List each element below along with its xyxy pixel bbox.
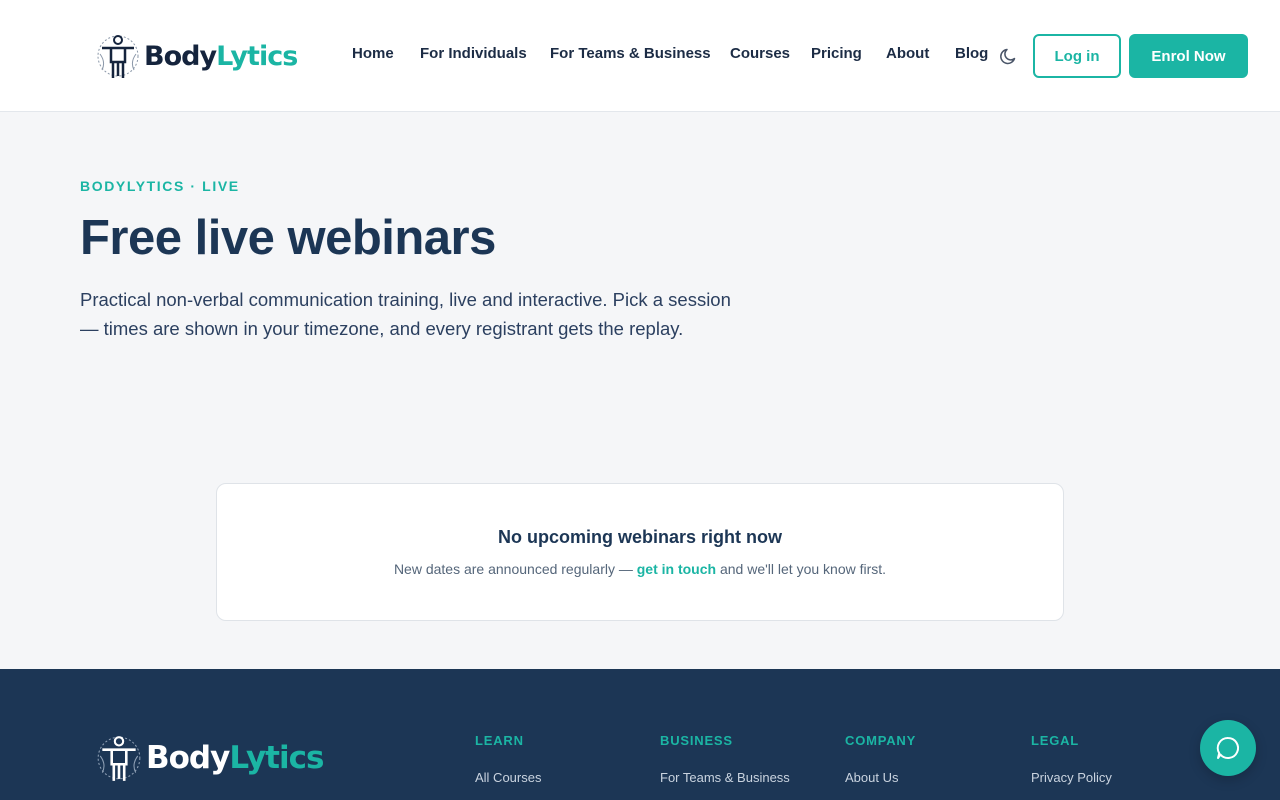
empty-state-text-after: and we'll let you know first. xyxy=(716,561,887,577)
chat-bubble-icon xyxy=(1216,736,1239,759)
enrol-now-button[interactable]: Enrol Now xyxy=(1129,34,1248,78)
brand-logo[interactable]: BodyLytics xyxy=(96,32,298,80)
nav-for-individuals[interactable]: For Individuals xyxy=(420,45,527,62)
site-header: BodyLytics Home For Individuals For Team… xyxy=(0,0,1280,112)
footer-heading: LEGAL xyxy=(1031,733,1080,748)
logo-figure-icon xyxy=(97,35,139,78)
hero-eyebrow: BODYLYTICS · LIVE xyxy=(80,178,240,194)
footer-column-business: BUSINESS For Teams & Business xyxy=(660,733,790,785)
empty-state-text: New dates are announced regularly — get … xyxy=(217,561,1063,577)
footer-logo-text-lytics: Lytics xyxy=(229,740,324,776)
nav-pricing[interactable]: Pricing xyxy=(811,45,862,62)
nav-blog[interactable]: Blog xyxy=(955,45,988,62)
logo-text-body: Body xyxy=(144,40,217,72)
footer-brand-logo[interactable]: BodyLytics xyxy=(96,733,324,783)
logo-wordmark: BodyLytics xyxy=(144,40,298,72)
nav-about[interactable]: About xyxy=(886,45,929,62)
footer-link-teams-business[interactable]: For Teams & Business xyxy=(660,770,790,785)
footer-heading: BUSINESS xyxy=(660,733,733,748)
login-button[interactable]: Log in xyxy=(1033,34,1121,78)
nav-home[interactable]: Home xyxy=(352,45,394,62)
nav-courses[interactable]: Courses xyxy=(730,45,790,62)
page-title: Free live webinars xyxy=(80,211,496,265)
site-footer: BodyLytics LEARN All Courses BUSINESS Fo… xyxy=(0,669,1280,800)
empty-state-text-before: New dates are announced regularly — xyxy=(393,561,637,577)
footer-link-all-courses[interactable]: All Courses xyxy=(475,770,541,785)
footer-link-about-us[interactable]: About Us xyxy=(845,770,916,785)
nav-for-teams-business[interactable]: For Teams & Business xyxy=(550,45,711,62)
footer-logo-wordmark: BodyLytics xyxy=(146,740,324,776)
footer-column-learn: LEARN All Courses xyxy=(475,733,541,785)
logo-text-lytics: Lytics xyxy=(216,40,298,72)
footer-column-company: COMPANY About Us xyxy=(845,733,916,785)
empty-state-card: No upcoming webinars right now New dates… xyxy=(216,483,1064,621)
hero-description: Practical non-verbal communication train… xyxy=(80,289,731,339)
theme-toggle-button[interactable] xyxy=(999,46,1019,66)
footer-column-legal: LEGAL Privacy Policy xyxy=(1031,733,1112,785)
footer-heading: LEARN xyxy=(475,733,524,748)
footer-logo-text-body: Body xyxy=(146,740,230,776)
footer-heading: COMPANY xyxy=(845,733,917,748)
footer-link-privacy-policy[interactable]: Privacy Policy xyxy=(1031,770,1112,785)
moon-icon xyxy=(1000,48,1016,65)
chat-launcher-button[interactable] xyxy=(1200,720,1256,776)
empty-state-title: No upcoming webinars right now xyxy=(497,527,782,547)
get-in-touch-link[interactable]: get in touch xyxy=(637,561,716,577)
footer-logo-figure-icon xyxy=(97,736,141,781)
